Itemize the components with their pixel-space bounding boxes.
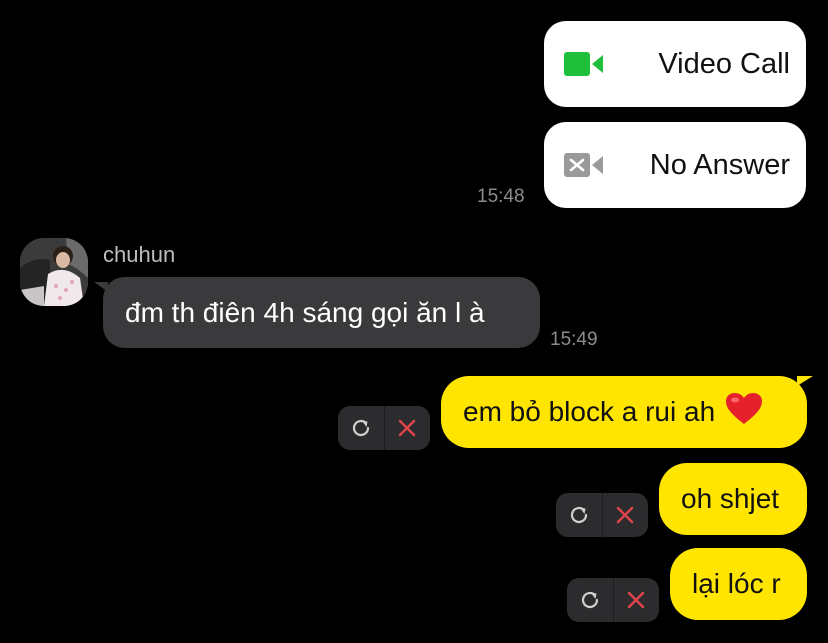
incoming-message-text: đm th điên 4h sáng gọi ăn l à — [125, 296, 485, 328]
retry-icon — [581, 591, 598, 609]
incoming-message-bubble[interactable]: đm th điên 4h sáng gọi ăn l à — [103, 277, 540, 348]
retry-button[interactable] — [567, 578, 613, 622]
delete-button[interactable] — [612, 578, 660, 622]
retry-button[interactable] — [338, 406, 384, 450]
missed-video-camera-icon — [564, 153, 603, 177]
close-icon — [628, 591, 645, 609]
message-actions — [567, 578, 659, 622]
message-actions — [338, 406, 430, 450]
no-answer-label: No Answer — [649, 148, 790, 181]
outgoing-message-bubble[interactable]: lại lóc r — [670, 548, 807, 620]
outgoing-bubble-tail — [797, 376, 813, 386]
outgoing-message-text: lại lóc r — [692, 568, 781, 599]
sender-name: chuhun — [103, 242, 176, 267]
outgoing-message-bubble[interactable]: oh shjet — [659, 463, 807, 535]
outgoing-message-text: oh shjet — [681, 483, 780, 514]
video-call-card[interactable]: Video Call — [544, 21, 806, 107]
retry-icon — [570, 506, 587, 524]
close-icon — [399, 419, 416, 437]
video-call-label: Video Call — [658, 47, 790, 80]
close-icon — [617, 506, 634, 524]
delete-button[interactable] — [383, 406, 431, 450]
no-answer-card[interactable]: No Answer — [544, 122, 806, 208]
call-timestamp: 15:48 — [477, 186, 525, 207]
heart-emoji — [725, 392, 763, 433]
video-camera-icon — [564, 52, 603, 76]
message-actions — [556, 493, 648, 537]
retry-button[interactable] — [556, 493, 602, 537]
retry-icon — [352, 419, 369, 437]
incoming-message-timestamp: 15:49 — [550, 329, 598, 350]
avatar[interactable] — [20, 238, 88, 306]
delete-button[interactable] — [601, 493, 649, 537]
outgoing-message-bubble[interactable]: em bỏ block a rui ah — [441, 376, 807, 448]
outgoing-message-text: em bỏ block a rui ah — [463, 396, 716, 427]
